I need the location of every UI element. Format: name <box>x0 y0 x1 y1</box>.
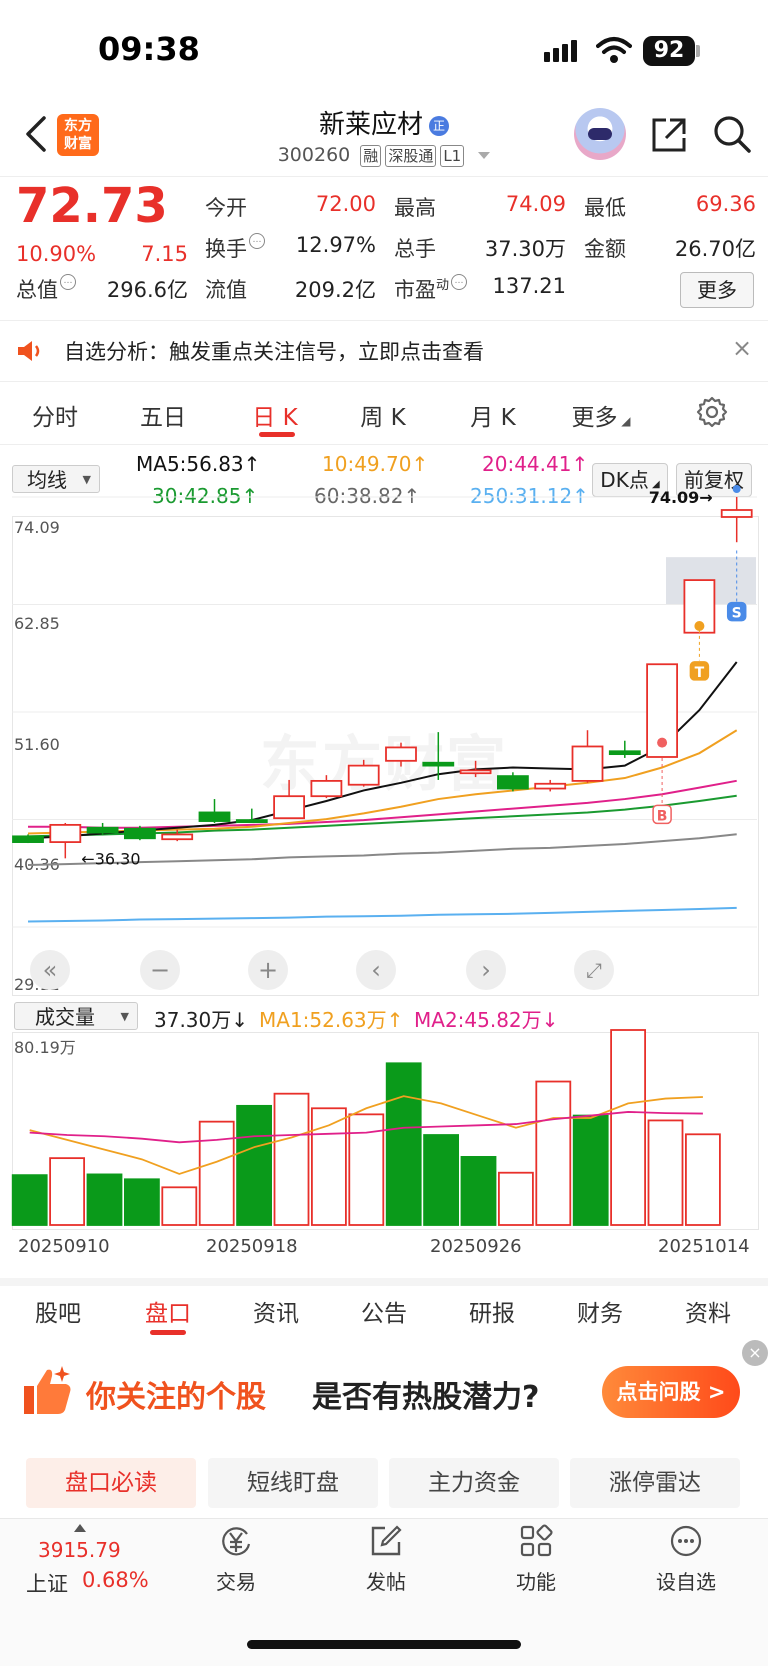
candle-body <box>534 782 567 790</box>
nav-post-label: 发帖 <box>366 1570 406 1594</box>
chevron-right-icon[interactable]: › <box>466 950 506 990</box>
candle-body <box>235 819 268 823</box>
candle-body <box>347 764 380 786</box>
ma5-line <box>27 661 738 840</box>
kline-chart[interactable]: 74.09→ ←36.30 S T B <box>0 0 768 1000</box>
chevron-left-icon[interactable]: ‹ <box>356 950 396 990</box>
candle-body <box>720 509 753 518</box>
index-name[interactable]: 上证 <box>26 1568 68 1598</box>
double-left-icon[interactable]: « <box>30 950 70 990</box>
volume-bar <box>86 1173 123 1226</box>
more-circle-icon <box>670 1525 702 1557</box>
active-content-tab-indicator <box>150 1330 186 1335</box>
candle-body <box>459 769 492 775</box>
subtab-limit-radar[interactable]: 涨停雷达 <box>570 1458 740 1508</box>
edit-icon <box>371 1525 402 1556</box>
signal-marker-label: S <box>732 606 742 622</box>
volume-bar <box>198 1120 235 1226</box>
marker-dot <box>694 620 705 631</box>
candle-body <box>273 795 306 820</box>
volume-bar <box>572 1114 609 1226</box>
signal-marker: T <box>689 661 710 681</box>
volume-bar <box>49 1157 85 1226</box>
candle-body <box>571 745 604 782</box>
tab-finance[interactable]: 财务 <box>560 1294 640 1328</box>
candle-body <box>310 779 343 798</box>
x-date-label: 20250910 <box>18 1236 110 1257</box>
candle-body <box>496 775 529 790</box>
signal-marker: B <box>652 804 672 824</box>
x-date-label: 20250918 <box>206 1236 298 1257</box>
marker-dot <box>657 737 668 748</box>
candle-body <box>12 835 44 843</box>
tab-announcements[interactable]: 公告 <box>344 1294 424 1328</box>
volume-bar <box>497 1171 534 1226</box>
volume-bar <box>236 1104 273 1226</box>
volume-bar <box>647 1119 684 1226</box>
nav-post[interactable]: 发帖 <box>346 1524 426 1595</box>
nav-add-watchlist-label: 设自选 <box>656 1570 716 1594</box>
zoom-in-icon[interactable]: + <box>248 950 288 990</box>
ma250-line <box>27 906 737 923</box>
close-icon[interactable]: × <box>742 1340 768 1366</box>
candle-body <box>124 827 156 840</box>
home-indicator <box>247 1640 521 1649</box>
caret-up-icon[interactable] <box>74 1524 86 1532</box>
x-date-label: 20250926 <box>430 1236 522 1257</box>
signal-marker-label: T <box>695 665 705 681</box>
nav-trade-label: 交易 <box>216 1570 256 1594</box>
candle-body <box>86 826 119 834</box>
tab-quote[interactable]: 盘口 <box>128 1294 208 1328</box>
signal-marker: S <box>726 601 747 622</box>
signal-marker-label: B <box>657 808 668 824</box>
marker-dot <box>732 485 741 493</box>
yen-cycle-icon <box>222 1527 251 1556</box>
candle-body <box>49 823 82 843</box>
grid-icon <box>520 1524 553 1557</box>
nav-functions[interactable]: 功能 <box>496 1524 576 1595</box>
ask-stock-button[interactable]: 点击问股 > <box>602 1366 740 1418</box>
nav-add-watchlist[interactable]: 设自选 <box>646 1524 726 1595</box>
banner-text: 是否有热股潜力? <box>312 1380 540 1415</box>
volume-bar <box>535 1080 572 1226</box>
candle-body <box>161 833 194 841</box>
fullscreen-icon[interactable]: ⤢ <box>574 950 614 990</box>
low-annotation: ←36.30 <box>81 849 140 868</box>
index-value[interactable]: 3915.79 <box>38 1538 121 1562</box>
banner-text-highlight: 你关注的个股 <box>86 1380 266 1415</box>
index-percent[interactable]: 0.68% <box>82 1568 149 1592</box>
candle-body <box>608 750 641 756</box>
volume-bar <box>385 1062 422 1226</box>
candle-body <box>385 746 417 762</box>
nav-functions-label: 功能 <box>516 1570 556 1594</box>
tab-news[interactable]: 资讯 <box>236 1294 316 1328</box>
tab-profile[interactable]: 资料 <box>668 1294 748 1328</box>
volume-bar <box>161 1186 198 1226</box>
candle-body <box>198 811 231 822</box>
volume-bar <box>685 1133 721 1226</box>
subtab-short-term[interactable]: 短线盯盘 <box>208 1458 378 1508</box>
nav-trade[interactable]: 交易 <box>196 1524 276 1595</box>
volume-bar <box>273 1092 310 1226</box>
x-date-label: 20251014 <box>658 1236 750 1257</box>
tab-research[interactable]: 研报 <box>452 1294 532 1328</box>
subtab-main-funds[interactable]: 主力资金 <box>389 1458 559 1508</box>
tab-forum[interactable]: 股吧 <box>18 1294 98 1328</box>
volume-bar <box>610 1029 646 1226</box>
volume-bar <box>460 1156 497 1226</box>
thumbs-up-icon <box>24 1366 71 1414</box>
candle-body <box>422 761 455 767</box>
volume-bar <box>124 1178 160 1226</box>
zoom-out-icon[interactable]: − <box>140 950 180 990</box>
subtab-must-read[interactable]: 盘口必读 <box>26 1458 196 1508</box>
high-annotation: 74.09→ <box>649 488 713 507</box>
ma20-line <box>28 779 737 829</box>
volume-bar <box>11 1174 48 1226</box>
volume-chart[interactable] <box>0 1000 768 1240</box>
volume-bar <box>423 1134 460 1226</box>
